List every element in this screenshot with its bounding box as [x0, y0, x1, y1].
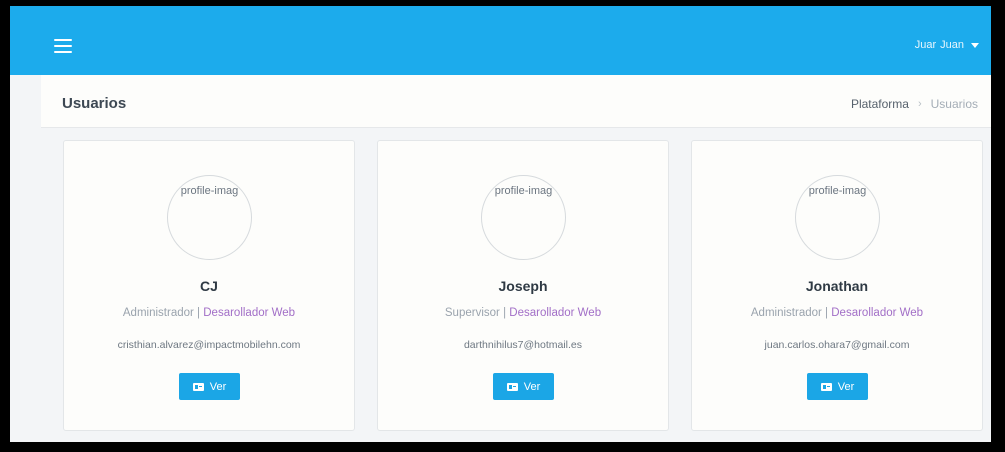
breadcrumb-usuarios: Usuarios — [930, 97, 978, 111]
user-email: juan.carlos.ohara7@gmail.com — [764, 339, 910, 351]
user-role-line: Supervisor | Desarollador Web — [378, 307, 668, 319]
top-navbar: Juar Juan — [10, 6, 991, 75]
caret-down-icon — [971, 43, 979, 48]
avatar-alt-text: profile-imag — [808, 185, 867, 197]
user-role: Administrador — [122, 307, 194, 319]
avatar: profile-imag — [481, 175, 566, 260]
user-department: Desarollador Web — [509, 307, 602, 319]
role-separator: | — [503, 307, 507, 319]
hamburger-icon[interactable] — [54, 39, 72, 53]
id-card-icon — [506, 382, 518, 391]
user-email: darthnihilus7@hotmail.es — [463, 339, 583, 351]
user-card: profile-imag Jonathan Administrador | De… — [691, 140, 983, 431]
user-role-line: Administrador | Desarollador Web — [64, 307, 354, 319]
ver-button[interactable]: Ver — [179, 373, 240, 400]
user-name: Jonathan — [805, 278, 869, 294]
avatar-alt-text: profile-imag — [494, 185, 553, 197]
user-name: Joseph — [498, 278, 548, 294]
user-role: Supervisor — [444, 307, 500, 319]
user-role: Administrador — [750, 307, 822, 319]
ver-button[interactable]: Ver — [807, 373, 868, 400]
role-separator: | — [825, 307, 829, 319]
breadcrumb-plataforma[interactable]: Plataforma — [851, 97, 909, 111]
ver-button-label: Ver — [523, 380, 541, 393]
user-department: Desarollador Web — [831, 307, 924, 319]
page-header: Usuarios Plataforma › Usuarios — [41, 75, 991, 128]
avatar: profile-imag — [795, 175, 880, 260]
user-second-name: Juan — [940, 39, 964, 51]
user-role-line: Administrador | Desarollador Web — [692, 307, 982, 319]
role-separator: | — [197, 307, 201, 319]
breadcrumb: Plataforma › Usuarios — [851, 97, 978, 111]
user-name: CJ — [200, 278, 218, 294]
user-menu[interactable]: Juar Juan — [915, 39, 979, 51]
ver-button[interactable]: Ver — [493, 373, 554, 400]
user-email: cristhian.alvarez@impactmobilehn.com — [117, 339, 301, 351]
avatar-alt-text: profile-imag — [180, 185, 239, 197]
page-title: Usuarios — [62, 95, 127, 112]
id-card-icon — [820, 382, 832, 391]
id-card-icon — [192, 382, 204, 391]
user-department: Desarollador Web — [203, 307, 296, 319]
user-first-name: Juar — [914, 39, 937, 51]
ver-button-label: Ver — [837, 380, 855, 393]
app-window: Juar Juan Usuarios Plataforma › Usuarios… — [10, 6, 991, 442]
breadcrumb-separator: › — [917, 98, 922, 110]
user-card: profile-imag Joseph Supervisor | Desarol… — [377, 140, 669, 431]
user-card: profile-imag CJ Administrador | Desaroll… — [63, 140, 355, 431]
avatar: profile-imag — [167, 175, 252, 260]
ver-button-label: Ver — [209, 380, 227, 393]
